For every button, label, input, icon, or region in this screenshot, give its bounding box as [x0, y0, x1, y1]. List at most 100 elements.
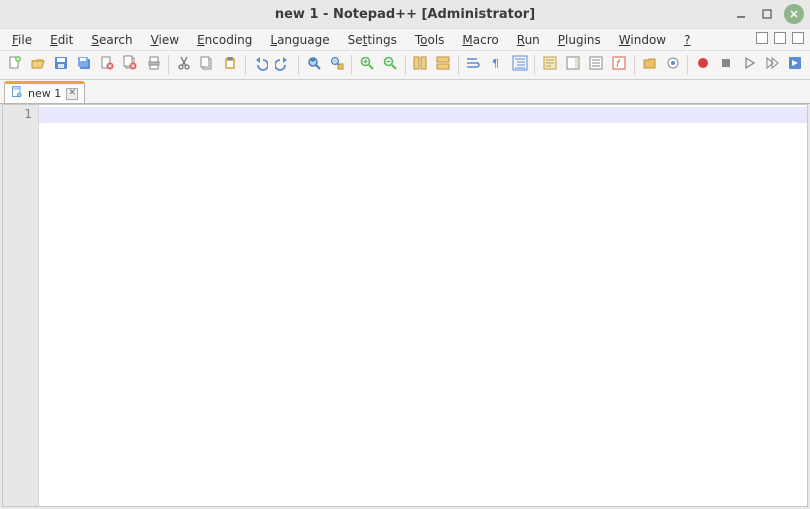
undo-button[interactable]: [250, 54, 271, 76]
print-button[interactable]: [143, 54, 164, 76]
replace-icon: [329, 55, 345, 75]
play-macro-icon: [741, 55, 757, 75]
function-list-icon: f: [611, 55, 627, 75]
doc-map-icon: [565, 55, 581, 75]
record-macro-icon: [695, 55, 711, 75]
record-macro-button[interactable]: [692, 54, 713, 76]
copy-button[interactable]: [196, 54, 217, 76]
undo-icon: [252, 55, 268, 75]
menu-language[interactable]: Language: [262, 31, 337, 49]
doc-list-button[interactable]: [586, 54, 607, 76]
word-wrap-button[interactable]: [463, 54, 484, 76]
open-file-icon: [30, 55, 46, 75]
udl-dialog-icon: [542, 55, 558, 75]
restore-box-icon[interactable]: [774, 32, 786, 44]
indent-guide-button[interactable]: [509, 54, 530, 76]
text-area[interactable]: [39, 105, 807, 506]
toolbar-separator: [405, 55, 406, 75]
redo-button[interactable]: [273, 54, 294, 76]
app-window: new 1 - Notepad++ [Administrator] File E…: [0, 0, 810, 509]
toolbar-separator: [168, 55, 169, 75]
save-file-button[interactable]: [50, 54, 71, 76]
menu-view[interactable]: View: [143, 31, 187, 49]
maximize-button[interactable]: [758, 5, 776, 23]
show-all-chars-button[interactable]: ¶: [486, 54, 507, 76]
menu-file[interactable]: File: [4, 31, 40, 49]
tab-close-icon[interactable]: ✕: [66, 88, 78, 100]
function-list-button[interactable]: f: [609, 54, 630, 76]
zoom-in-button[interactable]: [356, 54, 377, 76]
save-macro-icon: [787, 55, 803, 75]
play-multi-button[interactable]: [762, 54, 783, 76]
open-file-button[interactable]: [27, 54, 48, 76]
menu-edit[interactable]: Edit: [42, 31, 81, 49]
close-button[interactable]: [784, 4, 804, 24]
close-file-icon: [99, 55, 115, 75]
titlebar: new 1 - Notepad++ [Administrator]: [0, 0, 810, 28]
play-macro-button[interactable]: [739, 54, 760, 76]
folder-workspace-button[interactable]: [639, 54, 660, 76]
tab-bar: new 1 ✕: [0, 80, 810, 104]
window-title: new 1 - Notepad++ [Administrator]: [275, 7, 535, 22]
zoom-out-icon: [382, 55, 398, 75]
menu-macro[interactable]: Macro: [454, 31, 506, 49]
redo-icon: [275, 55, 291, 75]
stop-macro-button[interactable]: [715, 54, 736, 76]
paste-icon: [222, 55, 238, 75]
menu-settings[interactable]: Settings: [340, 31, 405, 49]
copy-icon: [199, 55, 215, 75]
sync-h-button[interactable]: [433, 54, 454, 76]
current-line-highlight: [39, 107, 807, 123]
word-wrap-icon: [465, 55, 481, 75]
line-number: 1: [3, 107, 32, 121]
doc-list-icon: [588, 55, 604, 75]
menu-tools[interactable]: Tools: [407, 31, 453, 49]
udl-dialog-button[interactable]: [539, 54, 560, 76]
sync-h-icon: [435, 55, 451, 75]
sync-v-button[interactable]: [410, 54, 431, 76]
menu-window[interactable]: Window: [611, 31, 674, 49]
zoom-out-button[interactable]: [379, 54, 400, 76]
restore-box-icon[interactable]: [756, 32, 768, 44]
editor: 1: [2, 104, 808, 507]
toolbar-separator: [458, 55, 459, 75]
new-file-button[interactable]: [4, 54, 25, 76]
toolbar-separator: [298, 55, 299, 75]
svg-text:¶: ¶: [492, 57, 499, 70]
cut-button[interactable]: [173, 54, 194, 76]
find-button[interactable]: [303, 54, 324, 76]
minimize-button[interactable]: [732, 5, 750, 23]
close-all-icon: [122, 55, 138, 75]
indent-guide-icon: [512, 55, 528, 75]
save-macro-button[interactable]: [785, 54, 806, 76]
stop-macro-icon: [718, 55, 734, 75]
save-all-icon: [76, 55, 92, 75]
window-controls: [732, 4, 804, 24]
menu-run[interactable]: Run: [509, 31, 548, 49]
tab-new-1[interactable]: new 1 ✕: [4, 81, 85, 103]
toolbar-separator: [245, 55, 246, 75]
monitoring-button[interactable]: [662, 54, 683, 76]
menu-search[interactable]: Search: [83, 31, 140, 49]
menu-plugins[interactable]: Plugins: [550, 31, 609, 49]
save-all-button[interactable]: [74, 54, 95, 76]
toolbar-separator: [351, 55, 352, 75]
zoom-in-icon: [359, 55, 375, 75]
paste-button[interactable]: [220, 54, 241, 76]
menu-encoding[interactable]: Encoding: [189, 31, 260, 49]
file-icon: [11, 86, 23, 101]
show-all-chars-icon: ¶: [489, 55, 505, 75]
close-all-button[interactable]: [120, 54, 141, 76]
doc-map-button[interactable]: [562, 54, 583, 76]
play-multi-icon: [764, 55, 780, 75]
close-file-button[interactable]: [97, 54, 118, 76]
line-number-gutter: 1: [3, 105, 39, 506]
restore-box-icon[interactable]: [792, 32, 804, 44]
toolbar-separator: [687, 55, 688, 75]
menu-help[interactable]: ?: [676, 31, 698, 49]
replace-button[interactable]: [326, 54, 347, 76]
tab-label: new 1: [28, 87, 61, 100]
monitoring-icon: [665, 55, 681, 75]
toolbar-separator: [634, 55, 635, 75]
sync-v-icon: [412, 55, 428, 75]
